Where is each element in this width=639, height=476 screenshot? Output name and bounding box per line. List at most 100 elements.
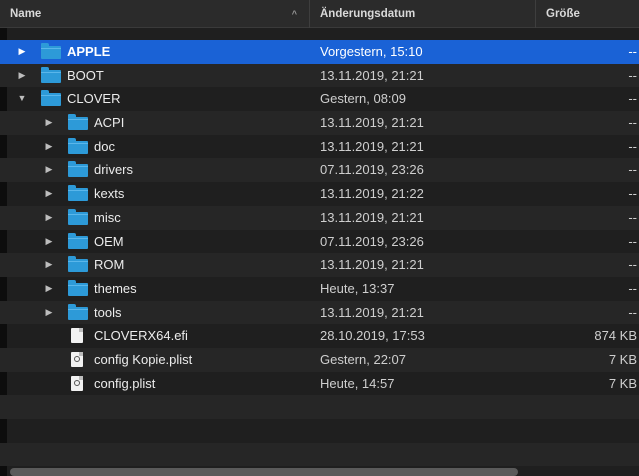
item-name: drivers (94, 162, 134, 178)
empty-row (0, 419, 639, 443)
folder-row[interactable]: ▶ drivers 07.11.2019, 23:26 -- (0, 158, 639, 183)
item-name: doc (94, 138, 115, 154)
folder-icon (68, 114, 88, 131)
folder-icon (68, 256, 88, 273)
folder-row[interactable]: ▶ OEM 07.11.2019, 23:26 -- (0, 230, 639, 254)
name-cell: ▶ misc (0, 206, 310, 230)
file-size: -- (628, 162, 637, 178)
folder-row[interactable]: ▶ ACPI 13.11.2019, 21:21 -- (0, 111, 639, 135)
column-header-date[interactable]: Änderungsdatum (310, 0, 536, 28)
item-name: themes (94, 280, 137, 296)
item-name: CLOVERX64.efi (94, 328, 188, 344)
item-name: config.plist (94, 375, 156, 391)
folder-row[interactable]: ▼ CLOVER Gestern, 08:09 -- (0, 87, 639, 111)
empty-row (0, 395, 639, 419)
folder-row[interactable]: ▶ doc 13.11.2019, 21:21 -- (0, 135, 639, 159)
file-row[interactable]: CLOVERX64.efi 28.10.2019, 17:53 874 KB (0, 324, 639, 348)
file-size: -- (628, 257, 637, 273)
disclosure-collapsed-icon[interactable]: ▶ (16, 64, 28, 88)
name-cell: ▶ OEM (0, 230, 310, 254)
folder-row[interactable]: ▶ APPLE Vorgestern, 15:10 -- (0, 40, 639, 64)
name-cell: config Kopie.plist (0, 348, 310, 372)
modified-date: 28.10.2019, 17:53 (320, 328, 425, 344)
folder-row[interactable]: ▶ kexts 13.11.2019, 21:22 -- (0, 182, 639, 206)
modified-date: Heute, 14:57 (320, 375, 395, 391)
disclosure-collapsed-icon[interactable]: ▶ (43, 253, 55, 277)
modified-date: 13.11.2019, 21:21 (320, 138, 424, 154)
column-header-size[interactable]: Größe (536, 0, 639, 28)
folder-icon (41, 43, 61, 59)
file-size: -- (628, 233, 637, 249)
folder-icon (68, 161, 88, 178)
document-icon (71, 328, 83, 344)
file-size: -- (628, 115, 637, 131)
modified-date: 13.11.2019, 21:21 (320, 257, 424, 273)
disclosure-collapsed-icon[interactable]: ▶ (16, 40, 28, 64)
folder-icon (68, 279, 88, 296)
folder-row[interactable]: ▶ tools 13.11.2019, 21:21 -- (0, 300, 639, 325)
modified-date: Heute, 13:37 (320, 280, 395, 296)
plist-badge-icon (74, 379, 80, 386)
item-name: kexts (94, 186, 125, 202)
file-size: -- (628, 186, 637, 202)
disclosure-collapsed-icon[interactable]: ▶ (43, 158, 55, 182)
item-name: misc (94, 209, 121, 225)
name-cell: config.plist (0, 372, 310, 396)
folder-icon (41, 66, 61, 83)
modified-date: Gestern, 08:09 (320, 91, 406, 107)
folder-icon (41, 90, 61, 107)
empty-row (0, 442, 639, 467)
folder-row[interactable]: ▶ misc 13.11.2019, 21:21 -- (0, 205, 639, 230)
name-cell: ▶ ACPI (0, 111, 310, 135)
item-name: OEM (94, 233, 124, 249)
disclosure-collapsed-icon[interactable]: ▶ (43, 206, 55, 230)
file-size: 874 KB (594, 328, 637, 344)
disclosure-collapsed-icon[interactable]: ▶ (43, 230, 55, 254)
file-size: -- (628, 304, 637, 320)
file-size: -- (628, 67, 637, 83)
disclosure-expanded-icon[interactable]: ▼ (16, 87, 28, 111)
modified-date: 13.11.2019, 21:21 (320, 115, 424, 131)
name-cell: ▶ ROM (0, 253, 310, 277)
disclosure-collapsed-icon[interactable]: ▶ (43, 277, 55, 301)
file-size: -- (628, 44, 637, 59)
file-size: -- (628, 209, 637, 225)
plist-document-icon (71, 375, 83, 391)
folder-row[interactable]: ▶ BOOT 13.11.2019, 21:21 -- (0, 63, 639, 88)
modified-date: 07.11.2019, 23:26 (320, 233, 424, 249)
modified-date: Vorgestern, 15:10 (320, 44, 423, 59)
disclosure-collapsed-icon[interactable]: ▶ (43, 182, 55, 206)
modified-date: 13.11.2019, 21:21 (320, 304, 424, 320)
file-size: -- (628, 91, 637, 107)
folder-row[interactable]: ▶ themes Heute, 13:37 -- (0, 277, 639, 301)
item-name: APPLE (67, 44, 111, 59)
plist-badge-icon (74, 355, 80, 362)
file-size: -- (628, 280, 637, 296)
item-name: BOOT (67, 67, 104, 83)
item-name: CLOVER (67, 91, 121, 107)
sort-ascending-icon[interactable]: ^ (292, 0, 297, 28)
item-name: ROM (94, 257, 125, 273)
name-cell: ▶ kexts (0, 182, 310, 206)
file-size: 7 KB (608, 375, 637, 391)
finder-window: Name ^ Änderungsdatum Größe ▶ APPLE Vorges… (0, 0, 639, 476)
disclosure-collapsed-icon[interactable]: ▶ (43, 301, 55, 325)
modified-date: 13.11.2019, 21:21 (320, 67, 424, 83)
column-header-name[interactable]: Name ^ (0, 0, 310, 28)
name-cell: ▼ CLOVER (0, 87, 310, 111)
name-cell: ▶ BOOT (0, 64, 310, 88)
horizontal-scrollbar[interactable] (10, 468, 518, 476)
folder-row[interactable]: ▶ ROM 13.11.2019, 21:21 -- (0, 253, 639, 277)
folder-icon (68, 185, 88, 202)
file-list: ▶ APPLE Vorgestern, 15:10 -- ▶ BOOT 13.11.2019… (0, 40, 639, 467)
file-row[interactable]: config.plist Heute, 14:57 7 KB (0, 372, 639, 396)
folder-icon (68, 232, 88, 249)
item-name: ACPI (94, 115, 125, 131)
disclosure-collapsed-icon[interactable]: ▶ (43, 135, 55, 159)
file-row[interactable]: config Kopie.plist Gestern, 22:07 7 KB (0, 347, 639, 372)
disclosure-collapsed-icon[interactable]: ▶ (43, 111, 55, 135)
name-cell: ▶ drivers (0, 158, 310, 182)
name-cell: ▶ themes (0, 277, 310, 301)
name-cell: ▶ doc (0, 135, 310, 159)
modified-date: 13.11.2019, 21:22 (320, 186, 424, 202)
